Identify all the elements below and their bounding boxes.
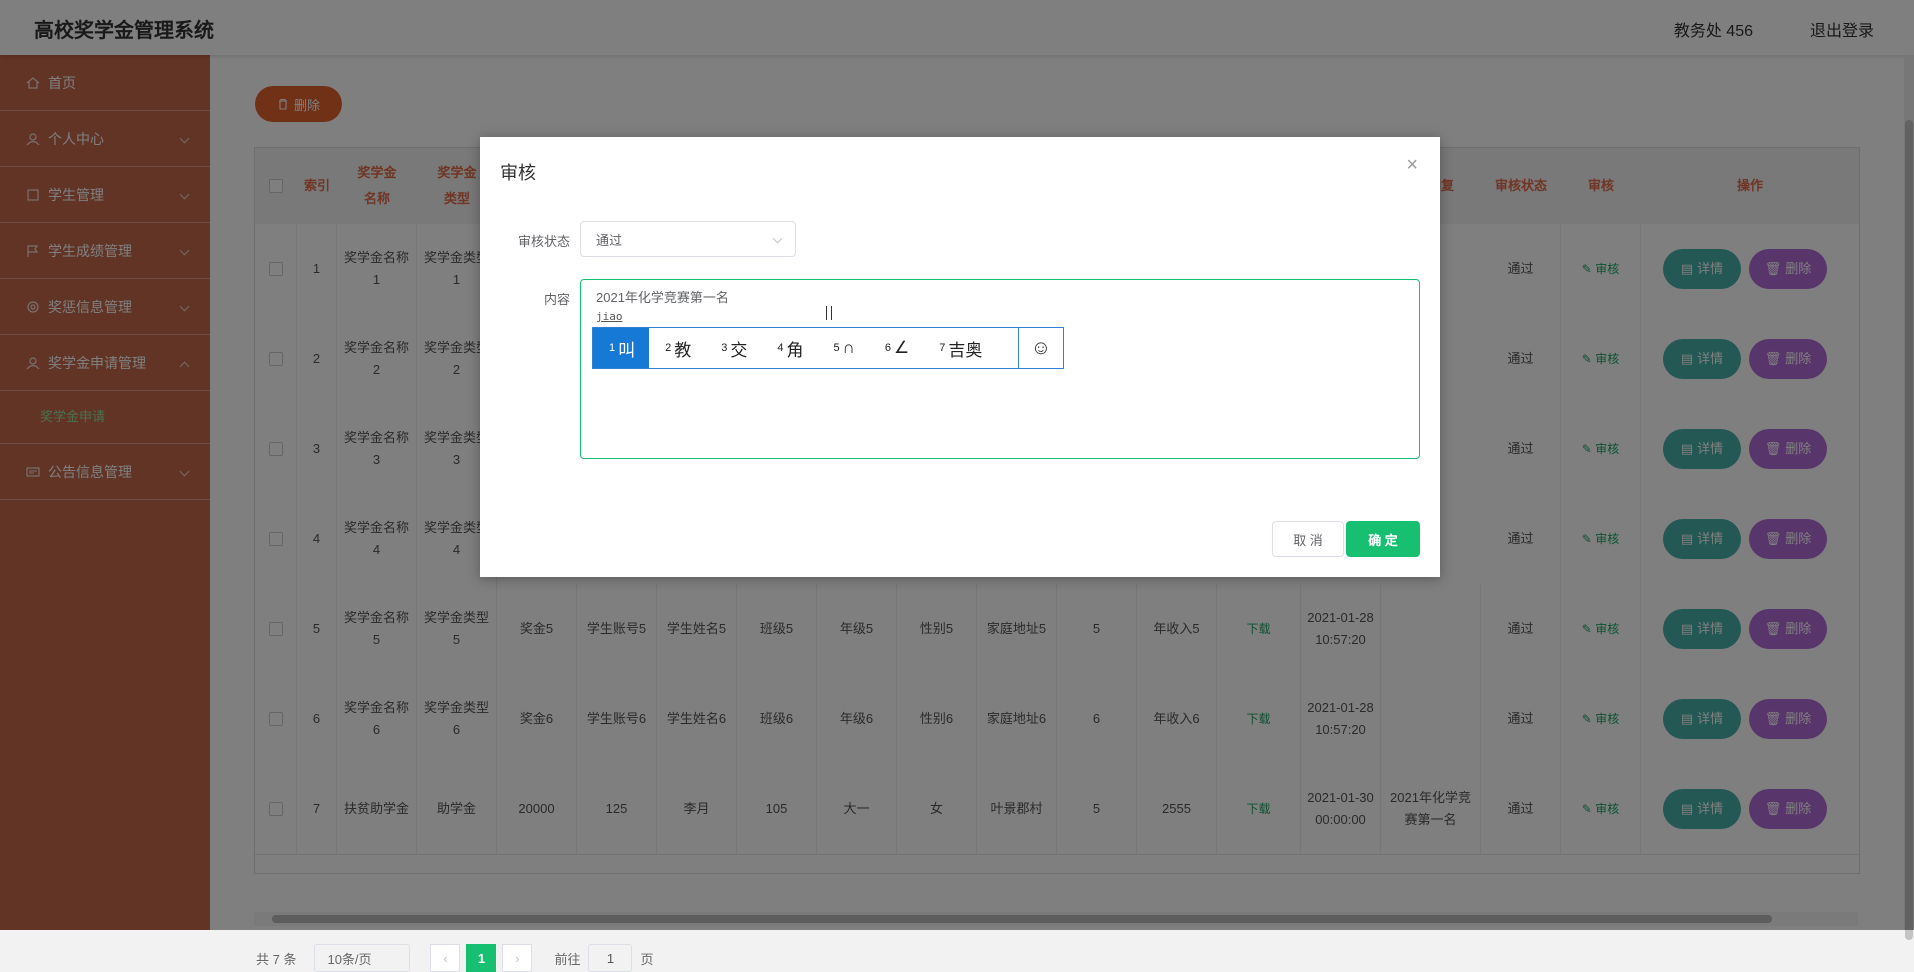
text-cursor-icon bbox=[826, 306, 832, 320]
pagination-total: 共 7 条 bbox=[256, 951, 297, 967]
chevron-down-icon bbox=[772, 233, 783, 244]
status-field-label: 审核状态 bbox=[517, 234, 570, 249]
ime-candidate-number: 5 bbox=[833, 342, 840, 354]
ime-candidate-number: 4 bbox=[777, 342, 784, 354]
ime-candidate[interactable]: 6 ∠ bbox=[869, 328, 923, 368]
ime-candidate-number: 1 bbox=[609, 342, 616, 354]
page-number-current[interactable]: 1 bbox=[466, 944, 497, 972]
ime-candidate-text: 交 bbox=[730, 340, 748, 360]
ime-candidate-number: 2 bbox=[665, 342, 672, 354]
ime-candidate-number: 7 bbox=[939, 342, 946, 354]
ime-candidate-text: ∩ bbox=[842, 338, 855, 357]
content-text: 2021年化学竞赛第一名 bbox=[596, 290, 729, 305]
ime-candidate[interactable]: 1叫 bbox=[593, 328, 650, 368]
page-size-value: 10条/页 bbox=[327, 951, 372, 967]
emoji-icon[interactable]: ☺ bbox=[1018, 328, 1063, 368]
next-page-button[interactable]: › bbox=[502, 944, 533, 972]
page-size-select[interactable]: 10条/页 bbox=[314, 944, 411, 972]
cancel-button[interactable]: 取 消 bbox=[1272, 521, 1344, 557]
ime-candidate[interactable]: 7 吉奥 bbox=[923, 328, 996, 368]
chevron-right-icon: › bbox=[515, 950, 520, 966]
ime-candidate-text: 叫 bbox=[618, 340, 636, 360]
content-field-label: 内容 bbox=[543, 292, 570, 307]
ime-candidate-number: 3 bbox=[721, 342, 728, 354]
goto-page-input[interactable]: 1 bbox=[588, 944, 633, 972]
ime-candidate-bar: 1叫 2教 3交 4角 5 ∩ 6 ∠ 7 吉奥 ☺ bbox=[592, 327, 1064, 369]
ime-candidate[interactable]: 5 ∩ bbox=[818, 328, 869, 368]
dialog-title: 审核 bbox=[500, 163, 536, 183]
ime-candidate-text: 教 bbox=[674, 340, 692, 360]
prev-page-button[interactable]: ‹ bbox=[430, 944, 461, 972]
pagination: 共 7 条 10条/页 ‹ 1 › 前往 1 页 bbox=[256, 944, 654, 972]
ime-composition-text: jiao bbox=[596, 310, 623, 323]
goto-suffix: 页 bbox=[640, 951, 654, 967]
ime-candidate[interactable]: 3交 bbox=[705, 328, 761, 368]
confirm-button[interactable]: 确 定 bbox=[1346, 521, 1420, 557]
ime-candidate[interactable]: 4角 bbox=[761, 328, 817, 368]
content-textarea[interactable]: 2021年化学竞赛第一名 jiao bbox=[580, 279, 1420, 459]
ime-candidate-text: 吉奥 bbox=[948, 340, 983, 360]
chevron-left-icon: ‹ bbox=[443, 950, 448, 966]
status-select[interactable]: 通过 bbox=[580, 221, 796, 257]
ime-candidate-text: ∠ bbox=[893, 338, 910, 357]
ime-candidate-number: 6 bbox=[884, 342, 891, 354]
ime-candidate-text: 角 bbox=[786, 340, 804, 360]
close-icon[interactable]: × bbox=[1406, 155, 1418, 175]
goto-prefix: 前往 bbox=[554, 951, 581, 967]
ime-candidate[interactable]: 2教 bbox=[649, 328, 705, 368]
audit-dialog: 审核 × 审核状态 通过 内容 2021年化学竞赛第一名 jiao 1叫 2教 … bbox=[480, 137, 1440, 577]
status-select-value: 通过 bbox=[596, 232, 623, 248]
